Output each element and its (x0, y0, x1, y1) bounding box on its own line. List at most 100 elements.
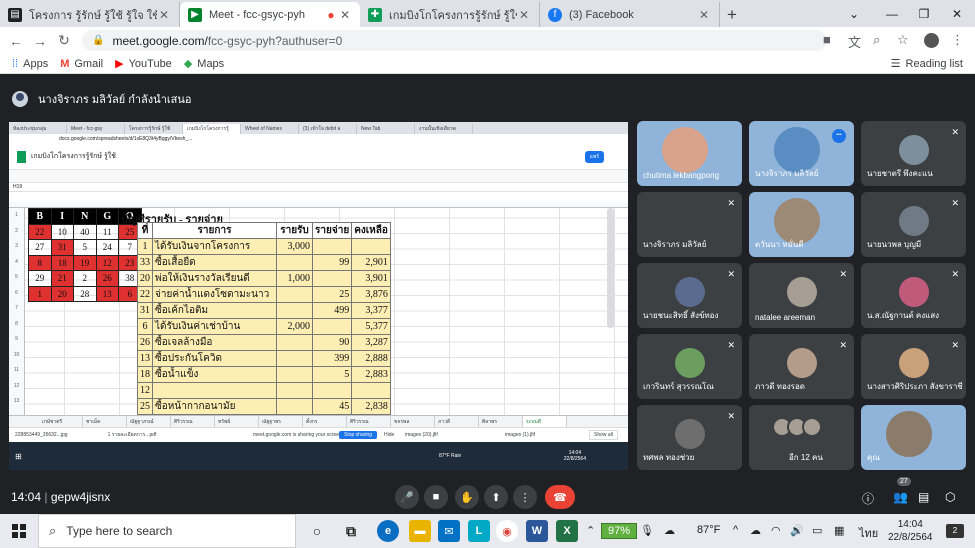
present-now-button[interactable]: ⬆ (484, 485, 508, 509)
tab-slides[interactable]: ▤ โครงการ รู้รักษ์ รู้ใช้ รู้ใจ ใช้เงิน … (0, 2, 180, 27)
battery-icon[interactable]: ▭ (812, 524, 822, 537)
mic-tray-icon[interactable]: 🎙 (640, 524, 654, 537)
zoom-icon[interactable]: ⌕ (873, 32, 880, 48)
sheets-logo-icon (17, 150, 26, 163)
weather-icon[interactable]: ☁ (664, 524, 675, 537)
restore-icon[interactable]: ❐ (908, 0, 940, 27)
participant-tile[interactable]: ✕ ภาวดี ทองรอด (749, 334, 854, 399)
ledger-cell: 2,838 (351, 397, 391, 415)
close-tab-icon[interactable]: ✕ (697, 8, 711, 22)
edge-icon[interactable]: e (377, 520, 399, 542)
participant-name: ภาวดี ทองรอด (755, 382, 805, 391)
close-window-icon[interactable]: ✕ (941, 0, 973, 27)
close-tab-icon[interactable]: ✕ (157, 8, 171, 22)
ledger-cell (276, 382, 313, 399)
ledger-row: 25 ซื้อหน้ากากอนามัย 45 2,838 (137, 397, 391, 415)
tab-sheets[interactable]: ✚ เกมบิงโกโครงการรู้รักษ์ รู้ใช้ - Googl… (360, 2, 540, 27)
participant-tile[interactable]: ✕ natalee areeman (749, 263, 854, 328)
task-view-icon[interactable]: ⧉ (340, 520, 362, 542)
bookmarks-bar: ⁞⁞ Apps M Gmail ▶ YouTube ◆ Maps ☰ Reading li… (0, 54, 975, 74)
camera-in-use-icon[interactable]: ■ (823, 32, 831, 47)
translate-icon[interactable]: 文 (848, 32, 861, 51)
participant-tile[interactable]: อีก 12 คน (749, 405, 854, 470)
tab-facebook[interactable]: f (3) Facebook ✕ (540, 2, 720, 27)
tab-meet[interactable]: ▶ Meet - fcc-gsyc-pyh ● ✕ (180, 2, 360, 27)
ledger-cell: 33 (137, 254, 153, 271)
taskbar-search[interactable]: ⌕ Type here to search (38, 514, 296, 548)
ledger-row: 6 ได้รับเงินค่าเช่าบ้าน 2,000 5,377 (137, 318, 391, 335)
avatar (675, 277, 705, 307)
participant-tile[interactable]: ตวันนา หมั่นดี (749, 192, 854, 257)
more-options-button[interactable]: ⋮ (513, 485, 537, 509)
row-number: 6 (15, 289, 18, 296)
participant-tile[interactable]: ••• นางจิราภร มลิวัลย์ (749, 121, 854, 186)
tab-title: (3) Facebook (569, 8, 634, 21)
participant-tile[interactable]: คุณ (861, 405, 966, 470)
participant-tile[interactable]: ✕ เกวรินทร์ สุวรรณโณ (637, 334, 742, 399)
activities-icon[interactable]: ⬡ (945, 490, 955, 504)
chat-icon[interactable]: ▤ (918, 490, 929, 504)
bookmark-youtube[interactable]: ▶ YouTube (115, 57, 172, 71)
bingo-cell: 24 (95, 239, 119, 256)
participant-tile[interactable]: chutima lekbangpong (637, 121, 742, 186)
participant-tile[interactable]: ✕ นายชนะสิทธิ์ สังข์ทอง (637, 263, 742, 328)
bingo-cell: 20 (50, 285, 74, 302)
back-icon[interactable]: ← (4, 33, 28, 49)
address-bar[interactable]: 🔒 meet.google.com/fcc-gsyc-pyh?authuser=… (82, 30, 827, 51)
bingo-row: 1 20 28 13 6 (28, 285, 142, 302)
bookmark-apps[interactable]: ⁞⁞ Apps (12, 58, 48, 70)
slides-icon: ▤ (8, 7, 22, 22)
raise-hand-button[interactable]: ✋ (455, 485, 479, 509)
minimize-icon[interactable]: — (876, 0, 908, 27)
cloud-icon[interactable]: ☁ (750, 524, 761, 537)
mail-icon[interactable]: ✉ (438, 520, 460, 542)
start-button[interactable] (0, 524, 38, 538)
chrome-icon[interactable]: ◉ (496, 520, 518, 542)
microphone-button[interactable]: 🎤 (395, 485, 419, 509)
meeting-details-icon[interactable]: ⓘ (862, 490, 874, 507)
ledger-cell (311, 238, 353, 255)
tab-search-icon[interactable]: ⌄ (838, 0, 870, 27)
wifi-icon[interactable]: ◠ (771, 524, 781, 537)
chevron-up-icon[interactable]: ^ (733, 524, 738, 536)
participant-tile[interactable]: ✕ นางสาวศิริประภา สังขาราชี (861, 334, 966, 399)
forward-icon[interactable]: → (28, 33, 52, 49)
profile-avatar[interactable] (924, 33, 939, 48)
close-tab-icon[interactable]: ✕ (517, 8, 531, 22)
word-icon[interactable]: W (526, 520, 548, 542)
participant-tile[interactable]: ✕ นายชาตรี พึงคะแน (861, 121, 966, 186)
participant-tile[interactable]: ✕ น.ส.ณัฐกานต์ คงแสง (861, 263, 966, 328)
reload-icon[interactable]: ↻ (52, 32, 76, 49)
row-number: 3 (15, 243, 18, 249)
clock-date: 22/8/2564 (888, 532, 933, 543)
close-tab-icon[interactable]: ✕ (338, 8, 352, 22)
volume-icon[interactable]: 🔊 (790, 524, 804, 537)
file-explorer-icon[interactable]: ▬ (409, 520, 431, 542)
bookmark-star-icon[interactable]: ☆ (897, 32, 909, 48)
line-app-icon[interactable]: L (468, 520, 490, 542)
bookmark-gmail[interactable]: M Gmail (60, 58, 103, 70)
participant-tile[interactable]: ✕ นางจิราภร มลิวัลย์ (637, 192, 742, 257)
reading-list[interactable]: ☰ Reading list (891, 57, 963, 71)
menu-kebab-icon[interactable]: ⋮ (951, 32, 964, 48)
people-icon[interactable]: 👥 (893, 490, 908, 504)
download-item: images (20).jfif (405, 432, 438, 438)
ledger-cell: ซื้อเจลล้างมือ (152, 334, 277, 351)
new-tab-button[interactable]: + (720, 2, 744, 27)
shared-screen[interactable]: ห้องประชุมกลุ่ม Meet - fcc-gsy โครงการรู… (9, 122, 628, 470)
participant-tile[interactable]: ✕ ทศพล ทองช่วย (637, 405, 742, 470)
excel-icon[interactable]: X (556, 520, 578, 542)
notifications-icon[interactable]: 2 (946, 524, 964, 538)
camera-button[interactable]: ■ (424, 485, 448, 509)
participant-tile[interactable]: ✕ นายนวพล บุญมี (861, 192, 966, 257)
participant-count-badge: 27 (897, 477, 911, 486)
input-language[interactable]: ไทย (859, 524, 878, 542)
system-clock[interactable]: 14:04 22/8/2564 (888, 518, 933, 544)
weather-temp[interactable]: 87°F (697, 524, 720, 536)
leave-call-button[interactable]: ☎ (545, 485, 575, 509)
bookmark-maps[interactable]: ◆ Maps (184, 57, 224, 71)
show-hidden-icons[interactable]: ⌃ (586, 524, 595, 537)
mini-tab: Wheel of Names (241, 124, 299, 134)
network-icon[interactable]: ▦ (834, 524, 844, 537)
cortana-icon[interactable]: ○ (306, 520, 328, 542)
